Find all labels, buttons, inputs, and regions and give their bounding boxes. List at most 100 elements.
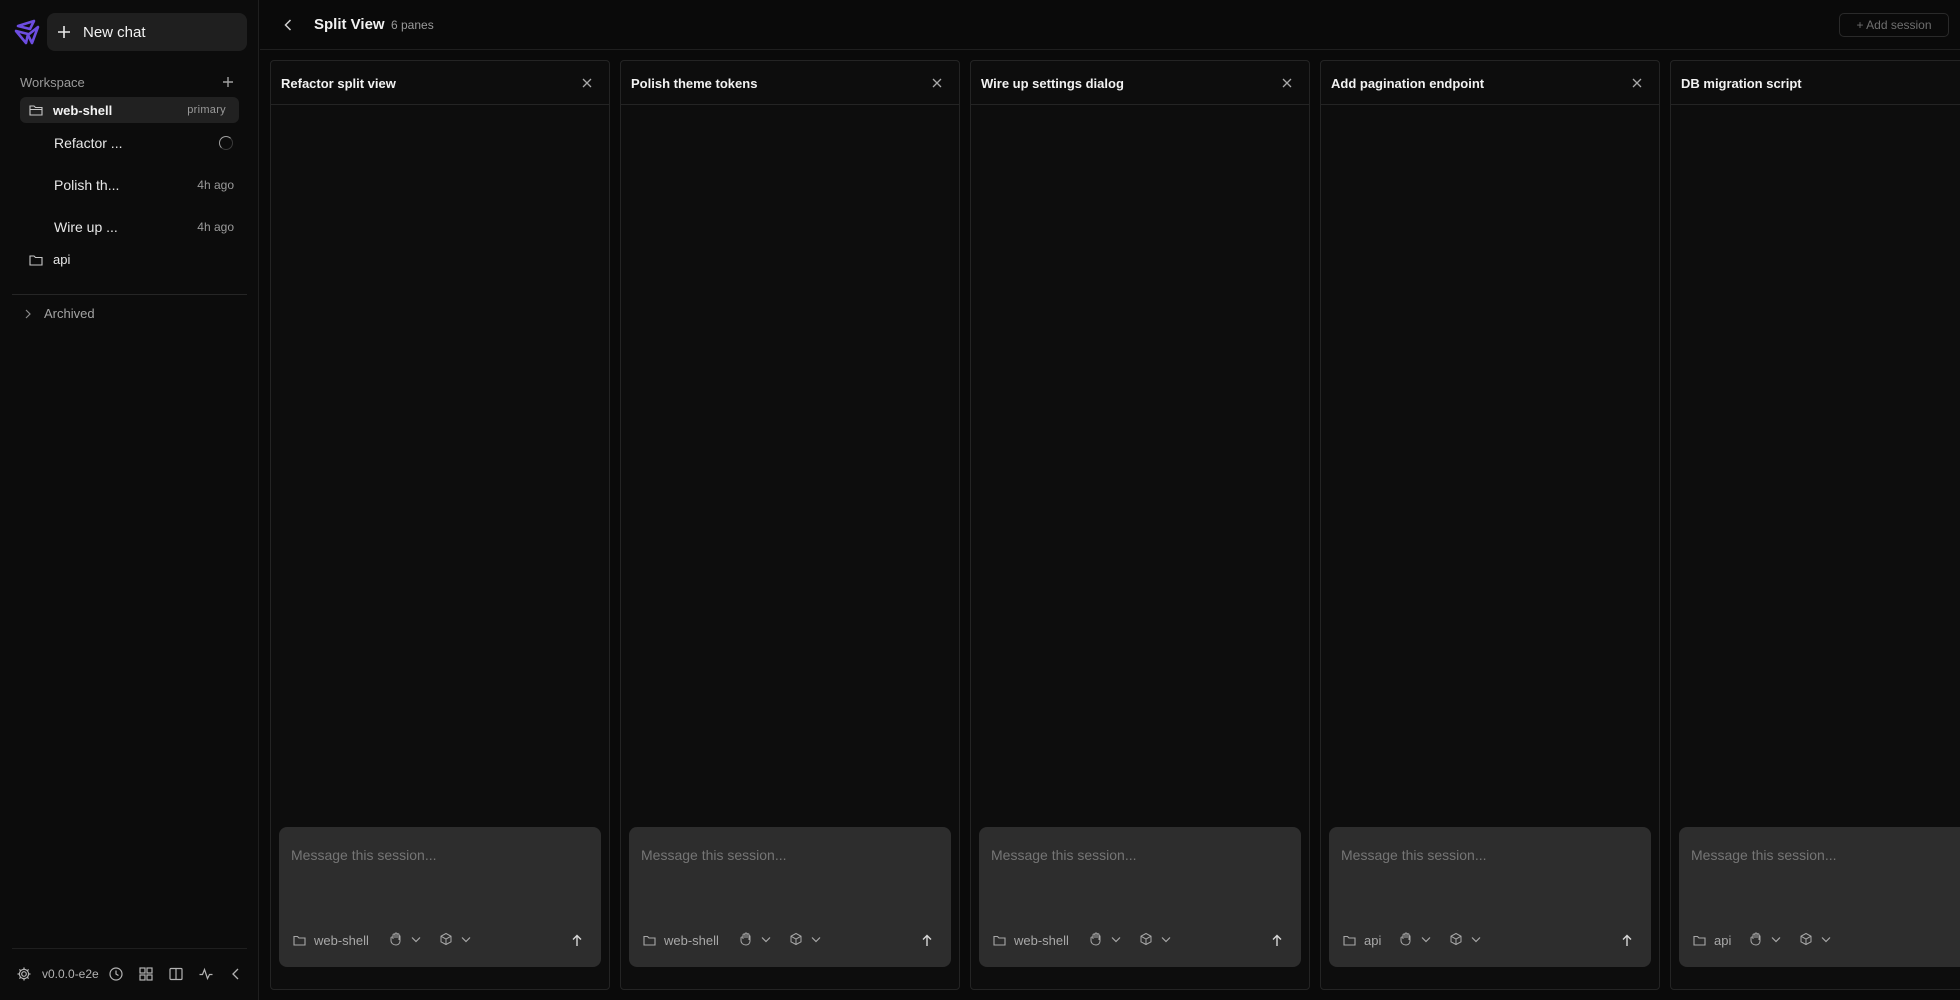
cube-icon <box>1140 932 1152 946</box>
send-button[interactable] <box>917 930 937 950</box>
model-dropdown[interactable] <box>439 932 471 946</box>
send-button[interactable] <box>1617 930 1637 950</box>
pane-header: DB migration script <box>1671 61 1960 105</box>
folder-icon <box>1693 935 1706 946</box>
close-icon[interactable] <box>931 77 943 89</box>
project-name: api <box>1364 933 1382 948</box>
send-button[interactable] <box>567 930 587 950</box>
folder-icon <box>643 935 656 946</box>
loading-spinner-icon <box>219 136 233 150</box>
hand-icon <box>740 932 751 946</box>
permission-mode-dropdown[interactable] <box>739 932 771 946</box>
permission-mode-dropdown[interactable] <box>1749 932 1781 946</box>
hand-icon <box>390 932 401 946</box>
project-name: api <box>1714 933 1732 948</box>
plus-icon <box>58 26 70 38</box>
hand-icon <box>1750 932 1761 946</box>
close-icon[interactable] <box>581 77 593 89</box>
project-name: web-shell <box>314 933 369 948</box>
permission-mode-dropdown[interactable] <box>1399 932 1431 946</box>
permission-mode-dropdown[interactable] <box>1089 932 1121 946</box>
chevron-down-icon <box>1821 936 1831 942</box>
new-chat-label: New chat <box>83 23 146 41</box>
project-name: web-shell <box>1014 933 1069 948</box>
session-item-wire-up[interactable]: Wire up ... 4h ago <box>54 216 234 238</box>
add-session-button[interactable]: + Add session <box>1839 13 1949 37</box>
hand-icon <box>1400 932 1411 946</box>
split-view-icon[interactable] <box>168 966 184 982</box>
page-title: Split View <box>314 16 385 33</box>
project-selector[interactable]: web-shell <box>293 933 369 948</box>
collapse-sidebar-icon[interactable] <box>228 966 244 982</box>
archived-label: Archived <box>44 306 95 321</box>
pane-title: DB migration script <box>1681 76 1802 91</box>
session-pane-4: Add pagination endpoint api <box>1320 60 1660 990</box>
cube-icon <box>1450 932 1462 946</box>
send-button[interactable] <box>1267 930 1287 950</box>
workspace-label: Workspace <box>20 74 85 90</box>
project-name: web-shell <box>53 102 113 118</box>
session-time: 4h ago <box>197 178 234 192</box>
chevron-down-icon <box>1111 936 1121 942</box>
project-selector[interactable]: web-shell <box>993 933 1069 948</box>
project-item-web-shell[interactable]: web-shell primary <box>20 97 239 123</box>
new-chat-button[interactable]: New chat <box>47 13 247 51</box>
archived-toggle[interactable]: Archived <box>24 306 95 321</box>
pane-title: Polish theme tokens <box>631 76 758 91</box>
permission-mode-dropdown[interactable] <box>389 932 421 946</box>
gear-icon[interactable] <box>16 966 32 982</box>
app-logo <box>14 19 40 45</box>
chevron-right-icon <box>25 309 31 318</box>
hand-icon <box>1090 932 1101 946</box>
pane-header: Polish theme tokens <box>621 61 959 105</box>
project-selector[interactable]: api <box>1693 933 1731 948</box>
project-name: web-shell <box>664 933 719 948</box>
folder-icon <box>293 935 306 946</box>
model-dropdown[interactable] <box>789 932 821 946</box>
sidebar-footer-divider <box>12 948 247 949</box>
pane-title: Add pagination endpoint <box>1331 76 1485 91</box>
session-name: Refactor ... <box>54 135 123 151</box>
model-dropdown[interactable] <box>1449 932 1481 946</box>
pane-title: Wire up settings dialog <box>981 76 1124 91</box>
folder-open-icon <box>29 105 43 116</box>
session-item-refactor[interactable]: Refactor ... <box>54 132 234 154</box>
pane-count: 6 panes <box>391 18 434 32</box>
session-pane-3: Wire up settings dialog web-shell <box>970 60 1310 990</box>
session-pane-5: DB migration script api <box>1670 60 1960 990</box>
chevron-down-icon <box>1421 936 1431 942</box>
cube-icon <box>790 932 802 946</box>
close-icon[interactable] <box>1281 77 1293 89</box>
message-composer: api <box>1329 827 1651 967</box>
workspace-header: Workspace <box>20 74 234 90</box>
message-composer: web-shell <box>279 827 601 967</box>
session-name: Wire up ... <box>54 219 118 235</box>
sidebar: New chat Workspace web-shell primary Ref… <box>0 0 259 1000</box>
session-item-polish[interactable]: Polish th... 4h ago <box>54 174 234 196</box>
project-name: api <box>53 252 71 267</box>
folder-icon <box>993 935 1006 946</box>
history-icon[interactable] <box>108 966 124 982</box>
chevron-down-icon <box>1161 936 1171 942</box>
project-item-api[interactable]: api <box>29 252 70 267</box>
session-time: 4h ago <box>197 220 234 234</box>
message-input[interactable] <box>1691 847 1960 863</box>
activity-icon[interactable] <box>198 966 214 982</box>
chevron-down-icon <box>811 936 821 942</box>
chevron-down-icon <box>761 936 771 942</box>
model-dropdown[interactable] <box>1139 932 1171 946</box>
message-input[interactable] <box>641 847 937 863</box>
message-input[interactable] <box>991 847 1287 863</box>
grid-icon[interactable] <box>138 966 154 982</box>
close-icon[interactable] <box>1631 77 1643 89</box>
back-arrow-icon[interactable] <box>283 17 293 33</box>
model-dropdown[interactable] <box>1799 932 1831 946</box>
pane-header: Refactor split view <box>271 61 609 105</box>
project-selector[interactable]: api <box>1343 933 1381 948</box>
project-selector[interactable]: web-shell <box>643 933 719 948</box>
message-input[interactable] <box>1341 847 1637 863</box>
cube-icon <box>440 932 452 946</box>
add-project-icon[interactable] <box>222 76 234 88</box>
session-pane-2: Polish theme tokens web-shell <box>620 60 960 990</box>
message-input[interactable] <box>291 847 587 863</box>
